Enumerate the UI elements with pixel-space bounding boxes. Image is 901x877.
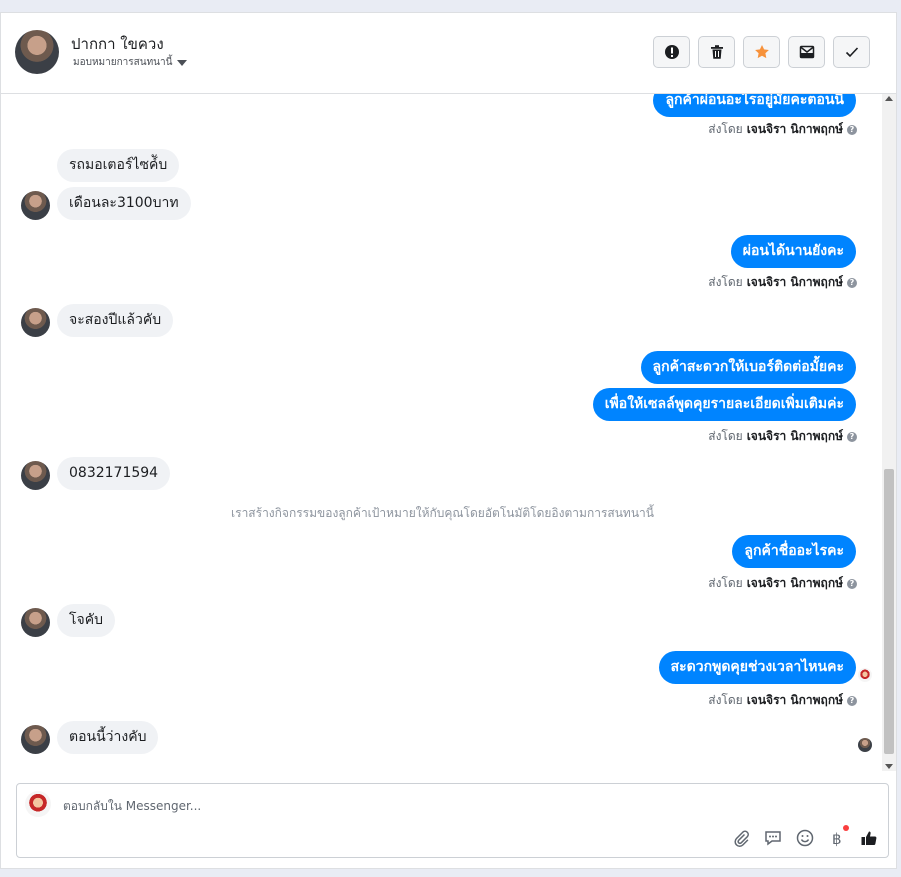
customer-avatar[interactable] [15, 30, 59, 74]
move-button[interactable] [788, 36, 825, 68]
saved-reply-button[interactable] [763, 828, 782, 847]
sent-by-line: ส่งโดย เจนจิรา นิกาพฤกษ์ ? [708, 574, 857, 593]
scroll-down-arrow-icon[interactable] [885, 764, 893, 769]
message-incoming: เดือนละ3100บาท [57, 187, 191, 220]
message-list[interactable]: ลูกค้าผ่อนอะไรอยู่มั้ยคะตอนนี้ ส่งโดย เจ… [1, 94, 884, 771]
message-outgoing: ผ่อนได้นานยังคะ [730, 235, 856, 268]
sent-by-line: ส่งโดย เจนจิรา นิกาพฤกษ์ ? [708, 120, 857, 139]
help-icon[interactable]: ? [847, 695, 857, 706]
assign-dropdown[interactable]: มอบหมายการสนทนานี้ [73, 55, 188, 70]
message-outgoing: เพื่อให้เซลล์พูดคุยรายละเอียดเพิ่มเติมค่… [592, 388, 856, 421]
star-button[interactable] [743, 36, 780, 68]
help-icon[interactable]: ? [847, 578, 857, 589]
mailbox-icon [799, 45, 814, 59]
conversation-header: ปากกา ใขควง มอบหมายการสนทนานี้ [1, 13, 896, 94]
delete-button[interactable] [698, 36, 735, 68]
help-icon[interactable]: ? [847, 277, 857, 288]
assign-label: มอบหมายการสนทนานี้ [73, 57, 173, 68]
sender-avatar [21, 461, 50, 490]
sender-avatar [21, 308, 50, 337]
message-scrollbar[interactable] [882, 94, 896, 771]
done-button[interactable] [833, 36, 870, 68]
message-outgoing: ลูกค้าสะดวกให้เบอร์ติดต่อมั้ยคะ [640, 351, 856, 384]
star-icon [754, 45, 769, 59]
sender-avatar [21, 608, 50, 637]
message-outgoing: ลูกค้าผ่อนอะไรอยู่มั้ยคะตอนนี้ [653, 94, 856, 117]
seen-indicator-avatar [858, 738, 872, 752]
sent-by-line: ส่งโดย เจนจิรา นิกาพฤกษ์ ? [708, 427, 857, 446]
reply-composer: ฿ [16, 783, 889, 858]
report-button[interactable] [653, 36, 690, 68]
composer-tools: ฿ [731, 825, 878, 847]
conversation-panel: ปากกา ใขควง มอบหมายการสนทนานี้ ลูกค้าผ่อ… [0, 12, 897, 869]
message-incoming: 0832171594 [57, 457, 171, 490]
payment-button[interactable]: ฿ [827, 825, 849, 847]
trash-icon [710, 45, 723, 59]
saved-reply-icon [764, 830, 781, 845]
seen-indicator-avatar [858, 668, 872, 682]
customer-name[interactable]: ปากกา ใขควง [71, 32, 164, 56]
help-icon[interactable]: ? [847, 124, 857, 135]
scroll-thumb[interactable] [884, 469, 894, 754]
message-incoming: โจคับ [57, 604, 115, 637]
help-icon[interactable]: ? [847, 431, 857, 442]
like-icon [861, 831, 876, 845]
emoji-button[interactable] [795, 828, 814, 847]
sent-by-line: ส่งโดย เจนจิรา นิกาพฤกษ์ ? [708, 273, 857, 292]
chevron-down-icon [177, 59, 188, 66]
message-incoming: จะสองปีแล้วคับ [57, 304, 174, 337]
like-button[interactable] [859, 828, 878, 847]
attach-button[interactable] [731, 828, 750, 847]
sender-avatar [21, 191, 50, 220]
alert-icon [664, 45, 679, 59]
message-outgoing: ลูกค้าชื่ออะไรคะ [732, 535, 856, 568]
scroll-up-arrow-icon[interactable] [885, 96, 893, 101]
check-icon [845, 47, 858, 58]
sent-by-line: ส่งโดย เจนจิรา นิกาพฤกษ์ ? [708, 691, 857, 710]
message-incoming: ตอนนี้ว่างคับ [57, 721, 159, 754]
attach-icon [733, 830, 749, 847]
emoji-icon [796, 829, 813, 846]
page-avatar [25, 791, 51, 817]
message-outgoing: สะดวกพูดคุยช่วงเวลาไหนคะ [658, 651, 856, 684]
toolbar [653, 36, 870, 68]
system-note: เราสร้างกิจกรรมของลูกค้าเป้าหมายให้กับคุ… [231, 506, 654, 520]
sender-avatar [21, 725, 50, 754]
reply-input[interactable] [61, 798, 665, 814]
baht-icon: ฿ [832, 830, 842, 847]
message-incoming: รถมอเตอร์ไซค์ับ [57, 149, 180, 182]
svg-text:฿: ฿ [832, 830, 842, 847]
notification-dot [843, 825, 849, 831]
